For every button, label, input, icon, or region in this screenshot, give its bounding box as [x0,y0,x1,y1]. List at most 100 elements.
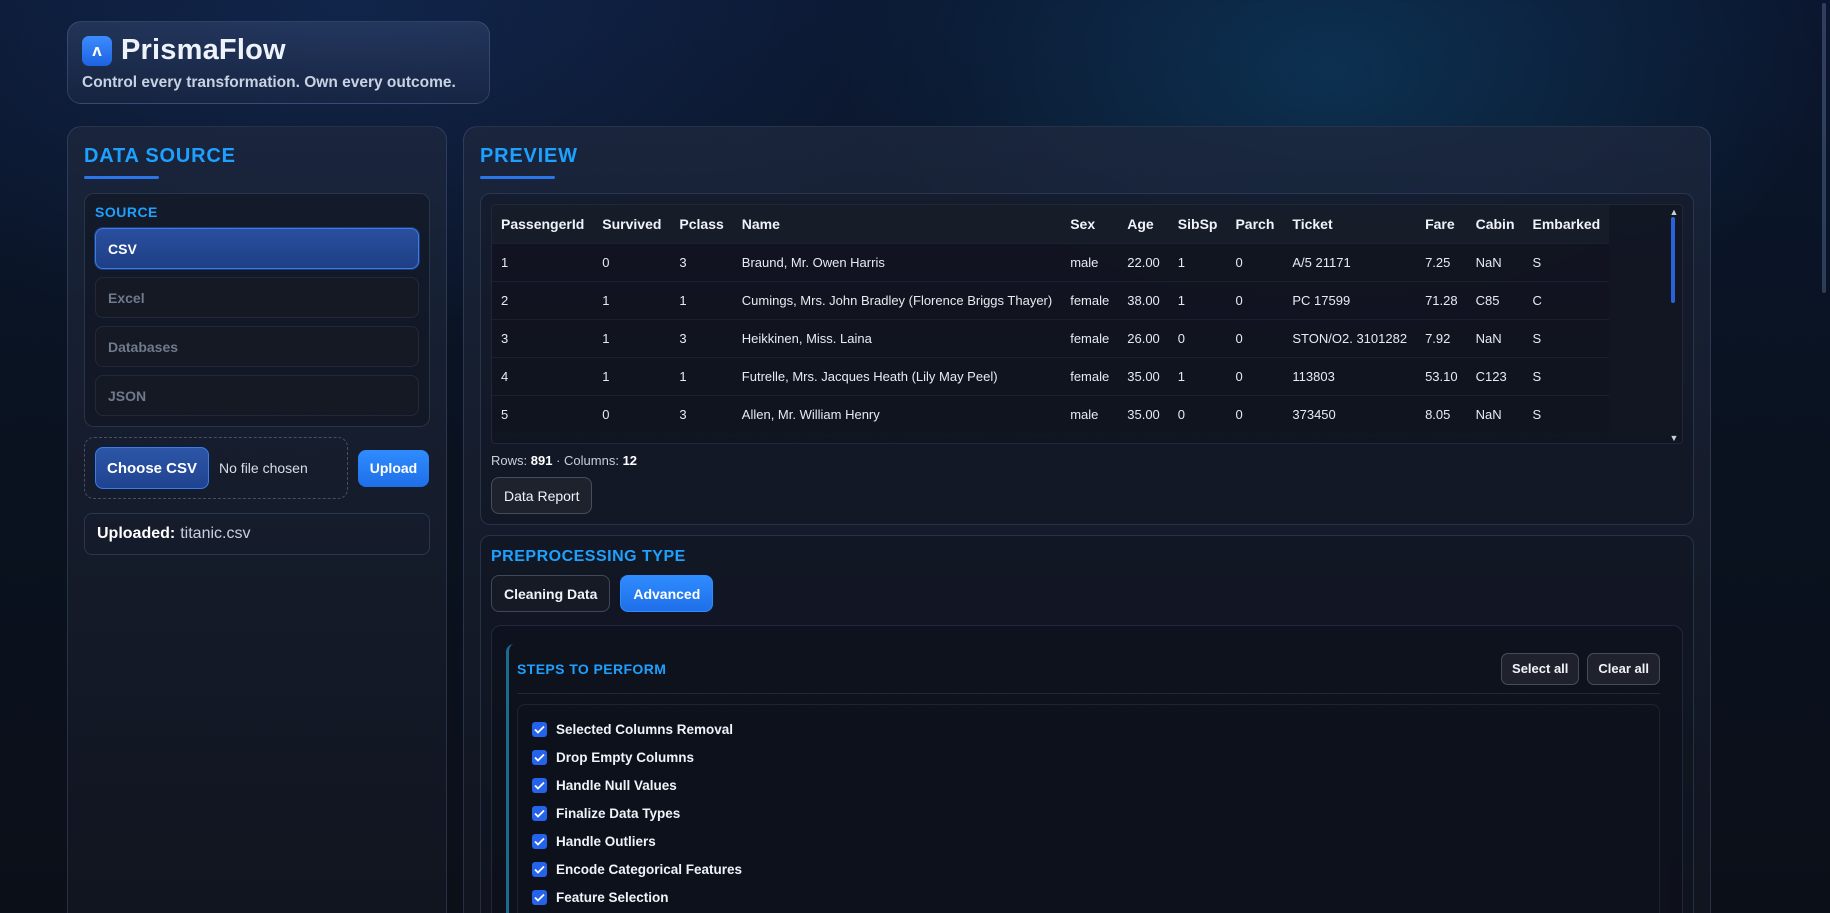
uploaded-file: titanic.csv [180,525,251,542]
columns-label: · Columns: [556,453,619,468]
table-cell: Heikkinen, Miss. Laina [732,318,1062,357]
table-scrollbar[interactable]: ▲ ▼ [1668,205,1680,443]
table-cell: 35.00 [1118,356,1169,395]
upload-button[interactable]: Upload [358,449,429,487]
clear-all-button[interactable]: Clear all [1587,652,1660,685]
checkbox-checked-icon[interactable] [532,749,547,765]
table-cell: Braund, Mr. Owen Harris [732,242,1062,281]
table-cell: 113803 [1283,356,1417,395]
table-cell: 1 [593,356,671,395]
step-item[interactable]: Encode Categorical Features [532,855,1645,883]
uploaded-label: Uploaded: [97,525,176,542]
table-cell: 1 [670,356,733,395]
steps-actions: Select all Clear all [1501,652,1660,685]
table-cell: 5 [492,394,594,433]
tab-advanced[interactable]: Advanced [620,575,714,612]
table-header-row: PassengerId Survived Pclass Name Sex Age… [492,205,1610,243]
table-cell: 0 [1226,394,1284,433]
table-cell: 0 [593,242,671,281]
step-item[interactable]: Drop Empty Columns [532,743,1645,771]
step-label: Selected Columns Removal [556,721,734,737]
source-option-databases[interactable]: Databases [95,326,419,367]
table-cell: S [1523,318,1610,357]
checkbox-checked-icon[interactable] [532,805,547,821]
step-label: Feature Selection [556,889,669,905]
brand-card: ʌ PrismaFlow Control every transformatio… [67,21,490,104]
column-header: SibSp [1168,205,1227,243]
steps-container: STEPS TO PERFORM Select all Clear all Se… [491,625,1683,913]
table-cell: A/5 21171 [1283,242,1417,281]
choose-file-button[interactable]: Choose CSV [95,447,210,489]
checkbox-checked-icon[interactable] [532,833,547,849]
step-item[interactable]: Feature Selection [532,883,1645,911]
columns-count: 12 [622,453,638,468]
preprocessing-title: PREPROCESSING TYPE [491,548,686,565]
file-input[interactable]: Choose CSV No file chosen [84,437,348,499]
table-cell: 3 [670,394,733,433]
dataset-stats: Rows: 891 · Columns: 12 [491,453,1683,468]
table-row: 5 0 3 Allen, Mr. William Henry male 35.0… [492,394,1610,433]
upload-row: Choose CSV No file chosen Upload [84,437,430,499]
scroll-down-icon[interactable]: ▼ [1669,433,1679,443]
table-cell: 2 [492,280,594,319]
table-cell: female [1061,280,1119,319]
step-label: Finalize Data Types [556,805,681,821]
step-item[interactable]: Handle Null Values [532,771,1645,799]
step-item[interactable]: Finalize Data Types [532,799,1645,827]
main-panel: PREVIEW PassengerId Survived Pclass Name… [463,126,1711,913]
table-cell: 0 [1226,318,1284,357]
scroll-up-icon[interactable]: ▲ [1669,207,1679,217]
checkbox-checked-icon[interactable] [532,777,547,793]
table-cell: 22.00 [1118,242,1169,281]
table-cell: 1 [1168,280,1227,319]
column-header: Fare [1416,205,1467,243]
table-cell: 1 [670,280,733,319]
checkbox-checked-icon[interactable] [532,889,547,905]
step-label: Handle Null Values [556,777,677,793]
step-label: Drop Empty Columns [556,749,695,765]
column-header: Name [732,205,1062,243]
column-header: Pclass [670,205,733,243]
table-cell: 7.92 [1416,318,1467,357]
steps-card: STEPS TO PERFORM Select all Clear all Se… [506,644,1670,913]
source-option-json[interactable]: JSON [95,375,419,416]
page-scrollbar[interactable] [1820,0,1828,913]
table-cell: S [1523,242,1610,281]
source-option-excel[interactable]: Excel [95,277,419,318]
preview-card: PassengerId Survived Pclass Name Sex Age… [480,193,1694,525]
table-cell: female [1061,318,1119,357]
tab-cleaning-data[interactable]: Cleaning Data [491,575,611,612]
table-cell: 373450 [1283,394,1417,433]
table-cell: 3 [492,318,594,357]
source-option-csv[interactable]: CSV [95,228,419,269]
step-item[interactable]: Selected Columns Removal [532,715,1645,743]
scroll-thumb[interactable] [1671,217,1675,303]
table-cell: female [1061,356,1119,395]
table-cell: 3 [670,318,733,357]
title-underline [84,176,159,179]
table-cell: C85 [1466,280,1524,319]
table-cell: 0 [1168,394,1227,433]
step-item[interactable]: Handle Outliers [532,827,1645,855]
table-cell: S [1523,394,1610,433]
checkbox-checked-icon[interactable] [532,721,547,737]
select-all-button[interactable]: Select all [1501,652,1580,685]
file-status: No file chosen [219,460,308,476]
column-header: Sex [1061,205,1119,243]
uploaded-status: Uploaded: titanic.csv [84,513,430,555]
step-label: Handle Outliers [556,833,656,849]
checkbox-checked-icon[interactable] [532,861,547,877]
page-scroll-thumb[interactable] [1822,3,1826,293]
table-cell: Cumings, Mrs. John Bradley (Florence Bri… [732,280,1062,319]
column-header: Cabin [1466,205,1524,243]
table-row: 4 1 1 Futrelle, Mrs. Jacques Heath (Lily… [492,356,1610,395]
steps-list: Selected Columns Removal Drop Empty Colu… [517,704,1660,913]
table-cell: 53.10 [1416,356,1467,395]
data-report-button[interactable]: Data Report [491,477,593,514]
table-cell: NaN [1466,394,1524,433]
preview-table-wrapper[interactable]: PassengerId Survived Pclass Name Sex Age… [491,204,1683,444]
table-cell: C [1523,280,1610,319]
tagline: Control every transformation. Own every … [82,74,456,91]
column-header: Age [1118,205,1169,243]
table-cell: STON/O2. 3101282 [1283,318,1417,357]
